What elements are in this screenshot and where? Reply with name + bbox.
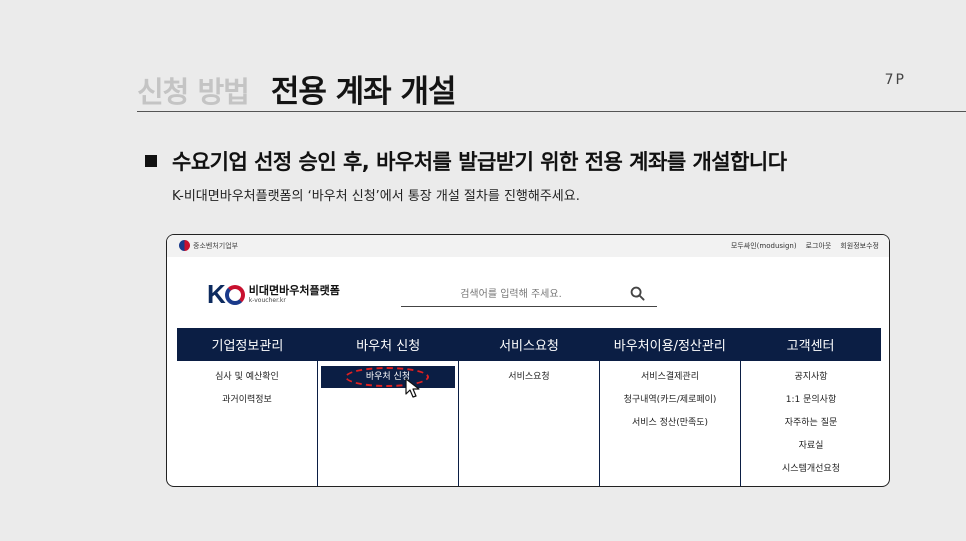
submenu-settlement[interactable]: 서비스 정산(만족도) — [632, 417, 708, 440]
submenu-payment[interactable]: 서비스결제관리 — [641, 371, 699, 394]
submenu-improvement[interactable]: 시스템개선요청 — [782, 463, 840, 486]
search-bar — [401, 281, 657, 307]
k-logo-icon: K — [207, 279, 226, 309]
logout-link[interactable]: 로그아웃 — [806, 241, 832, 251]
logo-circle-icon — [224, 284, 245, 305]
submenu-history[interactable]: 과거이력정보 — [222, 394, 272, 417]
bullet-square-icon — [145, 155, 157, 167]
gov-logo[interactable]: 중소벤처기업부 — [179, 240, 238, 251]
top-link-username[interactable]: 모두싸인(modusign) — [731, 241, 797, 251]
cursor-icon — [405, 378, 420, 398]
website-screenshot: 중소벤처기업부 모두싸인(modusign) 로그아웃 회원정보수정 K 비대면… — [166, 234, 890, 487]
submenu-library[interactable]: 자료실 — [799, 440, 824, 463]
submenu-voucher-apply-active[interactable]: 바우처 신청 — [321, 366, 455, 398]
submenu-customer-center: 공지사항 1:1 문의사항 자주하는 질문 자료실 시스템개선요청 — [741, 361, 881, 486]
submenu-service-request-item[interactable]: 서비스요청 — [508, 371, 549, 394]
search-input[interactable] — [401, 285, 621, 303]
slide-title: 전용 계좌 개설 — [270, 74, 457, 110]
nav-company-info[interactable]: 기업정보관리 — [177, 328, 318, 361]
top-utility-bar: 중소벤처기업부 모두싸인(modusign) 로그아웃 회원정보수정 — [167, 235, 889, 257]
edit-profile-link[interactable]: 회원정보수정 — [840, 241, 879, 251]
slide-header: 신청 방법 전용 계좌 개설 — [137, 66, 457, 110]
page-number: 7P — [884, 72, 906, 88]
nav-dropdown: 심사 및 예산확인 과거이력정보 바우처 신청 서비스요청 서비스결제관리 청구… — [177, 361, 881, 486]
taegeuk-icon — [179, 240, 190, 251]
submenu-inquiry[interactable]: 1:1 문의사항 — [786, 394, 836, 417]
submenu-voucher-usage: 서비스결제관리 청구내역(카드/제로페이) 서비스 정산(만족도) — [600, 361, 741, 486]
headline: 수요기업 선정 승인 후, 바우처를 발급받기 위한 전용 계좌를 개설합니다 — [145, 146, 787, 176]
site-logo[interactable]: K 비대면바우처플랫폼 k-voucher.kr — [207, 279, 340, 310]
search-icon[interactable] — [630, 286, 645, 301]
submenu-faq[interactable]: 자주하는 질문 — [785, 417, 838, 440]
gov-label: 중소벤처기업부 — [193, 241, 239, 250]
headline-text: 수요기업 선정 승인 후, 바우처를 발급받기 위한 전용 계좌를 개설합니다 — [172, 150, 787, 174]
submenu-review-budget[interactable]: 심사 및 예산확인 — [215, 371, 279, 394]
submenu-billing[interactable]: 청구내역(카드/제로페이) — [624, 394, 717, 417]
section-name: 신청 방법 — [137, 75, 250, 109]
brand-url: k-voucher.kr — [248, 297, 286, 304]
header-divider — [137, 111, 966, 112]
nav-voucher-usage[interactable]: 바우처이용/정산관리 — [599, 328, 740, 361]
instruction-text: K-비대면바우처플랫폼의 ‘바우처 신청’에서 통장 개설 절차를 진행해주세요… — [172, 189, 580, 204]
nav-customer-center[interactable]: 고객센터 — [740, 328, 881, 361]
top-links: 모두싸인(modusign) 로그아웃 회원정보수정 — [722, 241, 879, 251]
brand-name: 비대면바우처플랫폼 — [248, 284, 340, 297]
nav-service-request[interactable]: 서비스요청 — [459, 328, 600, 361]
submenu-notice[interactable]: 공지사항 — [794, 371, 827, 394]
submenu-service-request: 서비스요청 — [459, 361, 600, 486]
submenu-voucher-apply: 바우처 신청 — [318, 361, 459, 486]
main-nav: 기업정보관리 바우처 신청 서비스요청 바우처이용/정산관리 고객센터 — [177, 328, 881, 361]
submenu-company-info: 심사 및 예산확인 과거이력정보 — [177, 361, 318, 486]
nav-voucher-apply[interactable]: 바우처 신청 — [318, 328, 459, 361]
